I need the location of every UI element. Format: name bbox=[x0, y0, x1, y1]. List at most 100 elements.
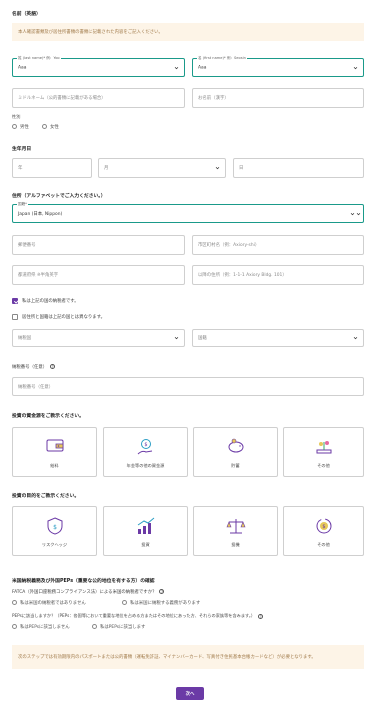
scale-icon bbox=[226, 519, 245, 534]
last-name-label: 姓 (last name)* 例：Yoo bbox=[17, 56, 61, 61]
tax-id-input[interactable]: 納税番号（任意） bbox=[12, 377, 364, 396]
purpose-other-label: その他 bbox=[317, 542, 330, 547]
help-icon[interactable]: ? bbox=[258, 613, 264, 619]
kanji-name-placeholder: お名前（漢字） bbox=[198, 96, 229, 101]
peps-yes-radio[interactable]: 私はPEPsに該当します bbox=[92, 624, 145, 630]
funds-pension-label: 年金等の他の資金源 bbox=[126, 463, 165, 468]
radio-icon bbox=[122, 600, 127, 605]
footer-notice: 次のステップでは有効期限内のパスポートまたは公的書類（運転免許証、マイナンバーカ… bbox=[12, 645, 364, 669]
chevron-down-icon bbox=[174, 66, 179, 69]
money-plant-icon bbox=[316, 441, 331, 454]
purpose-option-speculation[interactable]: 投機 bbox=[193, 506, 278, 556]
tax-country-select[interactable]: 納税国 bbox=[12, 329, 185, 347]
tax-id-label: 納税番号（任意）? bbox=[12, 364, 56, 370]
tax-resident-checkbox[interactable] bbox=[12, 298, 18, 304]
country-value: Japan (日本, Nippon) bbox=[18, 212, 63, 218]
funds-salary-label: 給料 bbox=[50, 463, 59, 468]
peps-no-label: 私はPEPsに該当しません bbox=[20, 625, 70, 630]
funds-option-salary[interactable]: 給料 bbox=[12, 427, 97, 477]
birth-month-select[interactable]: 月 bbox=[98, 158, 226, 178]
postal-code-placeholder: 郵便番号 bbox=[18, 243, 36, 248]
postal-code-input[interactable]: 郵便番号 bbox=[12, 235, 185, 255]
middle-name-input[interactable]: ミドルネーム（公的書類に記載がある場合） bbox=[12, 88, 185, 108]
first-name-value: Aaa bbox=[198, 65, 207, 71]
purpose-option-investment[interactable]: 投資 bbox=[103, 506, 188, 556]
purpose-option-other[interactable]: $ その他 bbox=[283, 506, 364, 556]
birth-year-placeholder: 年 bbox=[18, 166, 23, 171]
radio-icon bbox=[12, 624, 17, 629]
country-select[interactable]: 国籍* Japan (日本, Nippon) bbox=[12, 202, 364, 223]
radio-icon bbox=[12, 124, 17, 129]
purpose-speculation-label: 投機 bbox=[231, 542, 240, 547]
purpose-hedge-label: リスクヘッジ bbox=[41, 542, 68, 547]
birth-year-input[interactable]: 年 bbox=[12, 158, 92, 178]
first-name-select[interactable]: 名 (first name)* 例：Seosin Aaa bbox=[192, 56, 364, 77]
gender-female-radio[interactable]: 女性 bbox=[42, 124, 59, 130]
radio-icon bbox=[42, 124, 47, 129]
tax-resident-label: 私は上記の国の納税者です。 bbox=[22, 299, 79, 304]
birth-heading: 生年月日 bbox=[12, 147, 32, 152]
funds-option-other[interactable]: その他 bbox=[283, 427, 364, 477]
city-placeholder: 市区町村名（例：Axiory-shi） bbox=[198, 243, 260, 248]
fatca-yes-radio[interactable]: 私は米国に納税する義務があります bbox=[122, 600, 200, 606]
purpose-option-hedge[interactable]: $ リスクヘッジ bbox=[12, 506, 97, 556]
city-input[interactable]: 市区町村名（例：Axiory-shi） bbox=[192, 235, 364, 255]
fatca-no-label: 私は米国の納税者ではありません bbox=[20, 601, 86, 606]
birth-day-input[interactable]: 日 bbox=[233, 158, 364, 178]
other-country-checkbox[interactable] bbox=[12, 314, 18, 320]
nationality-placeholder: 国籍 bbox=[198, 336, 207, 341]
address-heading: 住所（アルファベットでご入力ください。） bbox=[12, 194, 106, 199]
shield-dollar-icon: $ bbox=[47, 517, 62, 535]
help-icon[interactable]: ? bbox=[159, 589, 165, 594]
name-notice: 本人確認書類及び居住所書類の書類に記載された内容をご記入ください。 bbox=[12, 23, 364, 41]
country-label: 国籍* bbox=[17, 202, 28, 207]
last-name-select[interactable]: 姓 (last name)* 例：Yoo Aaa bbox=[12, 56, 185, 77]
help-icon[interactable]: ? bbox=[50, 364, 56, 369]
chevron-down-icon bbox=[174, 337, 179, 340]
fatca-no-radio[interactable]: 私は米国の納税者ではありません bbox=[12, 600, 86, 606]
peps-yes-label: 私はPEPsに該当します bbox=[100, 625, 146, 630]
peps-no-radio[interactable]: 私はPEPsに該当しません bbox=[12, 624, 70, 630]
gender-label: 性別 bbox=[12, 114, 21, 119]
fatca-question-text: FATCA（外国口座税務コンプライアンス法）による米国の納税者ですか？ bbox=[12, 590, 157, 595]
tax-country-placeholder: 納税国 bbox=[18, 336, 32, 341]
gender-male-radio[interactable]: 男性 bbox=[12, 124, 29, 130]
next-button[interactable]: 次へ bbox=[176, 687, 204, 700]
piggy-bank-icon bbox=[228, 438, 243, 453]
footer-notice-text: 次のステップでは有効期限内のパスポートまたは公的書類（運転免許証、マイナンバーカ… bbox=[18, 654, 316, 660]
tax-id-placeholder: 納税番号（任意） bbox=[18, 384, 54, 390]
name-notice-text: 本人確認書類及び居住所書類の書類に記載された内容をご記入ください。 bbox=[18, 30, 163, 35]
prefecture-placeholder: 都道府県 ※半角英字 bbox=[18, 273, 59, 278]
chevron-down-icon bbox=[353, 337, 358, 340]
other-country-label: 居住所と国籍は上記の国とは異なります。 bbox=[22, 315, 105, 320]
street-input[interactable]: 以降の住所（例：1-1-1 Axiory Bldg. 101） bbox=[192, 265, 364, 285]
last-name-value: Aaa bbox=[18, 65, 27, 71]
tax-id-label-text: 納税番号（任意） bbox=[12, 365, 48, 370]
birth-month-placeholder: 月 bbox=[104, 166, 109, 171]
gender-female-label: 女性 bbox=[50, 125, 59, 130]
funds-heading: 投資の資金源をご教示ください。 bbox=[12, 414, 84, 419]
purpose-investment-label: 投資 bbox=[141, 542, 150, 547]
svg-text:$: $ bbox=[144, 442, 147, 448]
middle-name-placeholder: ミドルネーム（公的書類に記載がある場合） bbox=[18, 96, 106, 101]
funds-option-pension[interactable]: $ 年金等の他の資金源 bbox=[103, 427, 188, 477]
street-placeholder: 以降の住所（例：1-1-1 Axiory Bldg. 101） bbox=[198, 273, 287, 278]
svg-text:$: $ bbox=[322, 524, 325, 530]
funds-option-savings[interactable]: 貯蓄 bbox=[193, 427, 278, 477]
wallet-icon bbox=[46, 439, 63, 452]
svg-text:$: $ bbox=[53, 524, 57, 531]
chevron-down-icon bbox=[215, 167, 220, 170]
fatca-yes-label: 私は米国に納税する義務があります bbox=[130, 601, 201, 606]
peps-question: PEPsに該当しますか？（PEPs：各国等において重要な地位を占める方またはその… bbox=[12, 613, 264, 619]
hand-coin-icon: $ bbox=[137, 439, 152, 455]
dollar-cycle-icon: $ bbox=[316, 518, 331, 534]
radio-icon bbox=[12, 600, 17, 605]
bar-growth-icon bbox=[137, 517, 154, 534]
prefecture-input[interactable]: 都道府県 ※半角英字 bbox=[12, 265, 185, 285]
fatca-heading: 米国納税義務及び外国PEPs（重要な公的地位を有する方）の確認 bbox=[12, 579, 155, 584]
nationality-select[interactable]: 国籍 bbox=[192, 329, 364, 347]
chevron-down-icon bbox=[353, 66, 358, 69]
fatca-question: FATCA（外国口座税務コンプライアンス法）による米国の納税者ですか？? bbox=[12, 589, 165, 595]
kanji-name-input[interactable]: お名前（漢字） bbox=[192, 88, 364, 108]
peps-question-text: PEPsに該当しますか？（PEPs：各国等において重要な地位を占める方またはその… bbox=[12, 613, 256, 618]
